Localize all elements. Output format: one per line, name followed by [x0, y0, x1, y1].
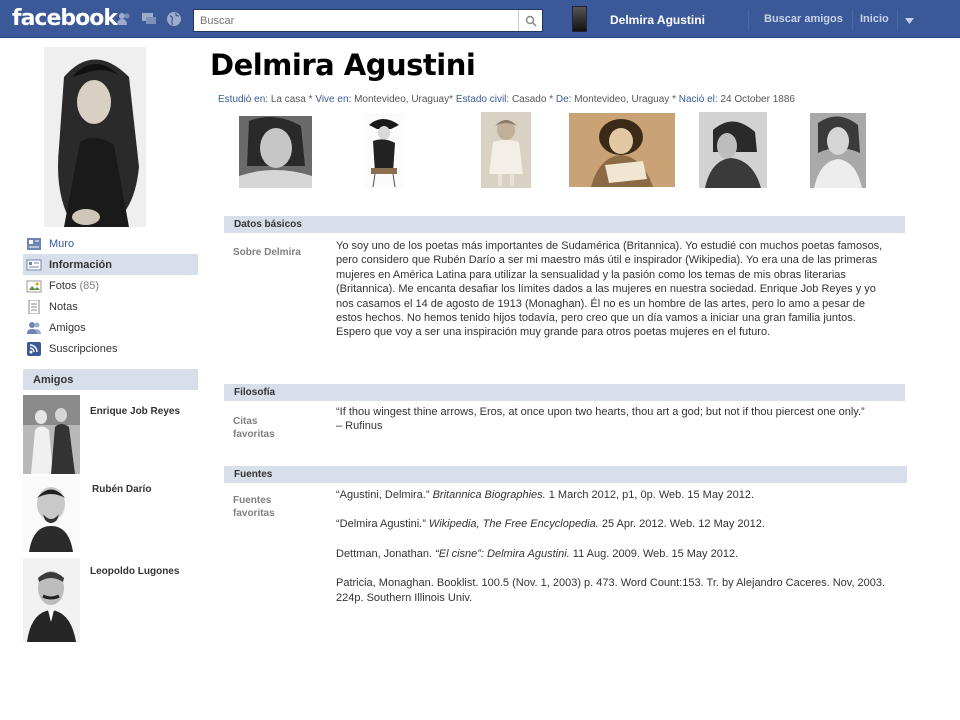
source-entry: Patricia, Monaghan. Booklist. 100.5 (Nov… [336, 577, 886, 604]
friend-name-link[interactable]: Rubén Darío [92, 484, 151, 495]
sidebar-item-subscriptions[interactable]: Suscripciones [23, 338, 198, 359]
friend-requests-icon[interactable] [115, 11, 133, 27]
friend-photo[interactable] [23, 395, 80, 474]
sidebar-item-label: Muro [49, 237, 75, 250]
wall-icon [26, 237, 42, 251]
source-entry: “Agustini, Delmira.” Britannica Biograph… [336, 489, 755, 501]
search-icon[interactable] [518, 10, 542, 31]
status-label: Estado civil: [455, 94, 510, 105]
sidebar-item-label: Amigos [49, 321, 86, 334]
friend-photo[interactable] [23, 476, 80, 552]
label-line: Fuentes [233, 495, 272, 506]
sidebar-item-label: Información [49, 258, 112, 271]
born-value: 24 October 1886 [720, 94, 795, 105]
quote-text: “If thou wingest thine arrows, Eros, at … [336, 406, 865, 418]
sidebar-item-photos[interactable]: Fotos (85) [23, 275, 198, 296]
account-menu-chevron-down-icon[interactable] [905, 15, 914, 27]
studied-label: Estudió en: [218, 94, 269, 105]
born-label: Nació el: [678, 94, 718, 105]
favorite-quotes-label: Citas favoritas [233, 415, 275, 441]
sidebar-item-info[interactable]: Información [23, 254, 198, 275]
photo-thumbnail[interactable] [569, 113, 675, 187]
quote-author: – Rufinus [336, 420, 383, 433]
from-label: De: [555, 94, 572, 105]
user-avatar[interactable] [572, 6, 587, 32]
photos-icon [26, 279, 42, 293]
profile-info-bar: Estudió en: La casa * Vive en: Montevide… [218, 94, 795, 105]
friend-photo[interactable] [23, 558, 80, 642]
sources-list: “Agustini, Delmira.” Britannica Biograph… [336, 488, 906, 620]
user-name-link[interactable]: Delmira Agustini [610, 13, 705, 27]
sidebar-item-label: Fotos [49, 279, 77, 292]
photo-thumbnail[interactable] [481, 112, 531, 188]
notifications-globe-icon[interactable] [165, 11, 183, 27]
friend-name-link[interactable]: Enrique Job Reyes [90, 406, 180, 417]
photo-thumbnail[interactable] [363, 113, 405, 188]
search-box[interactable] [193, 9, 543, 32]
sources-header: Fuentes [224, 466, 907, 483]
photo-thumbnail[interactable] [239, 116, 312, 188]
label-line: favoritas [233, 508, 275, 519]
sidebar-item-wall[interactable]: Muro [23, 233, 198, 254]
find-friends-link[interactable]: Buscar amigos [764, 13, 843, 25]
favorite-sources-label: Fuentes favoritas [233, 494, 275, 520]
lives-value[interactable]: Montevideo, Uraguay [354, 94, 449, 105]
favorite-quote: “If thou wingest thine arrows, Eros, at … [336, 405, 892, 434]
home-link[interactable]: Inicio [860, 13, 889, 25]
profile-name: Delmira Agustini [210, 48, 476, 82]
top-navigation-bar: facebook Delmira Agustini Buscar amigos … [0, 0, 960, 38]
friend-name-link[interactable]: Leopoldo Lugones [90, 566, 179, 577]
facebook-logo[interactable]: facebook [12, 6, 118, 31]
notes-icon [26, 299, 42, 314]
source-entry: “Delmira Agustini.” Wikipedia, The Free … [336, 518, 765, 531]
photo-thumbnail[interactable] [810, 113, 866, 188]
profile-picture[interactable] [44, 47, 146, 227]
nav-divider [852, 10, 853, 30]
sidebar-item-label: Notas [49, 300, 78, 313]
about-text: Yo soy uno de los poetas más importantes… [336, 240, 883, 339]
sidebar-item-notes[interactable]: Notas [23, 296, 198, 317]
sidebar-item-friends[interactable]: Amigos [23, 317, 198, 338]
messages-icon[interactable] [140, 11, 158, 27]
from-value[interactable]: Montevideo, Uraguay [574, 94, 669, 105]
philosophy-header: Filosofía [224, 384, 905, 401]
source-entry: Dettman, Jonathan. “El cisne”: Delmira A… [336, 547, 739, 560]
friends-section-header: Amigos [23, 369, 198, 390]
nav-divider [748, 10, 749, 30]
lives-label: Vive en: [315, 94, 352, 105]
photo-thumbnail[interactable] [699, 112, 767, 188]
sidebar-item-label: Suscripciones [49, 342, 118, 355]
info-icon [26, 258, 42, 272]
photos-count: (85) [79, 279, 100, 292]
studied-value[interactable]: La casa [271, 94, 306, 105]
basic-info-header: Datos básicos [224, 216, 905, 233]
about-label: Sobre Delmira [233, 247, 301, 258]
status-value: Casado [511, 94, 547, 105]
nav-divider [897, 10, 898, 30]
profile-left-menu: Muro Información Fotos (85) Notas Amigos… [23, 233, 198, 359]
friends-icon [26, 321, 42, 335]
label-line: favoritas [233, 429, 275, 440]
search-input[interactable] [194, 10, 514, 31]
label-line: Citas [233, 416, 258, 427]
subscriptions-icon [26, 341, 42, 356]
